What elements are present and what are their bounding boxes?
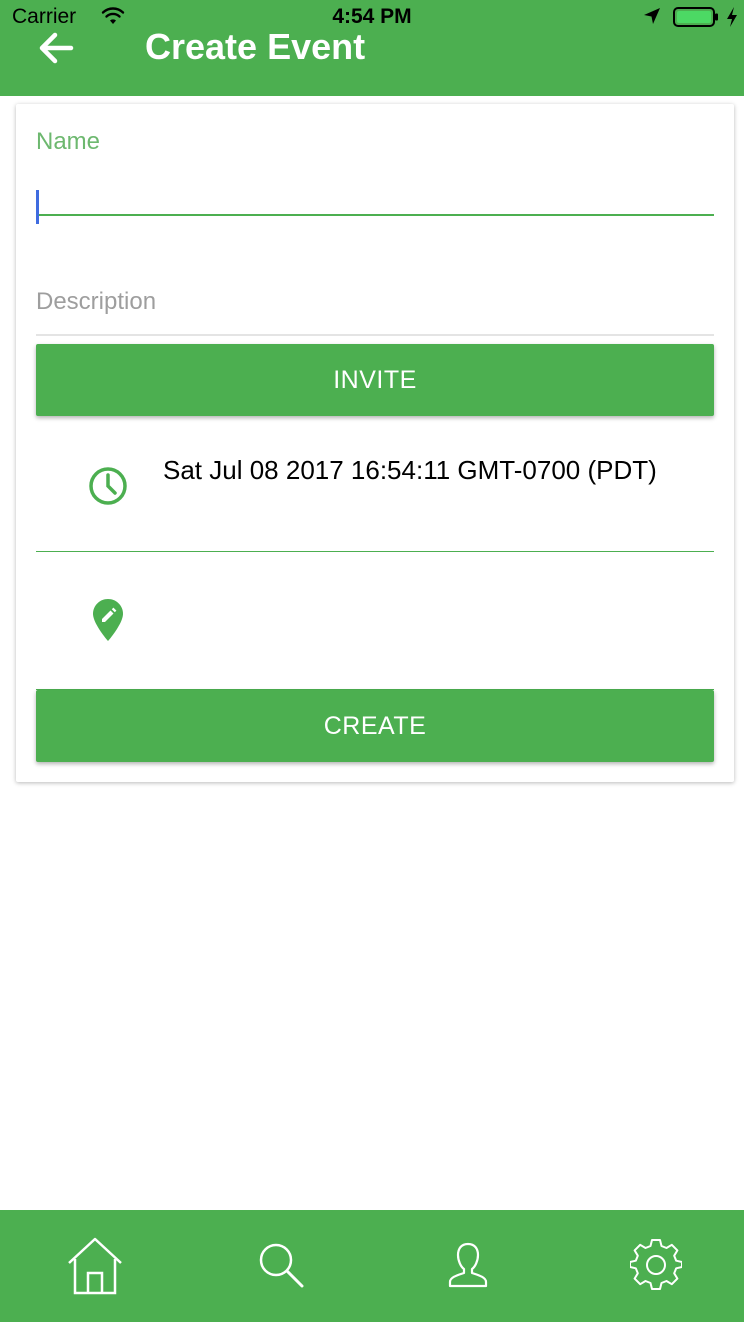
profile-icon	[448, 1242, 488, 1288]
app-header: Carrier 4:54 PM Create Event	[0, 0, 744, 96]
home-icon	[68, 1237, 122, 1295]
nav-home-button[interactable]	[60, 1230, 130, 1300]
battery-icon	[673, 7, 718, 27]
map-pin-edit-icon	[93, 599, 123, 641]
create-button[interactable]: CREATE	[36, 690, 714, 762]
create-event-screen: Carrier 4:54 PM Create Event Name Descri…	[0, 0, 744, 1322]
search-icon	[259, 1243, 304, 1288]
text-cursor	[36, 190, 39, 224]
status-bar: Carrier 4:54 PM	[0, 0, 744, 34]
clock-icon	[89, 467, 127, 505]
status-time: 4:54 PM	[332, 5, 412, 28]
page-title: Create Event	[145, 26, 366, 67]
charging-bolt-icon	[727, 7, 737, 27]
arrow-left-icon	[39, 32, 74, 64]
back-button[interactable]	[34, 28, 78, 68]
description-input[interactable]	[36, 284, 714, 320]
nav-search-button[interactable]	[246, 1230, 316, 1300]
invite-button[interactable]: INVITE	[36, 344, 714, 416]
location-picker-row[interactable]	[36, 552, 714, 690]
description-field[interactable]	[36, 284, 714, 336]
event-date-value: Sat Jul 08 2017 16:54:11 GMT-0700 (PDT)	[163, 455, 657, 485]
location-arrow-icon	[644, 8, 660, 24]
date-picker-row[interactable]: Sat Jul 08 2017 16:54:11 GMT-0700 (PDT)	[36, 422, 714, 552]
nav-settings-button[interactable]	[621, 1230, 691, 1300]
name-field[interactable]: Name	[36, 128, 714, 224]
nav-profile-button[interactable]	[433, 1230, 503, 1300]
event-form-card: Name INVITE Sat Jul 08 2017 16:54:11 GMT…	[16, 104, 734, 782]
gear-icon	[630, 1239, 682, 1290]
bottom-nav	[0, 1210, 744, 1322]
name-label: Name	[36, 128, 101, 155]
